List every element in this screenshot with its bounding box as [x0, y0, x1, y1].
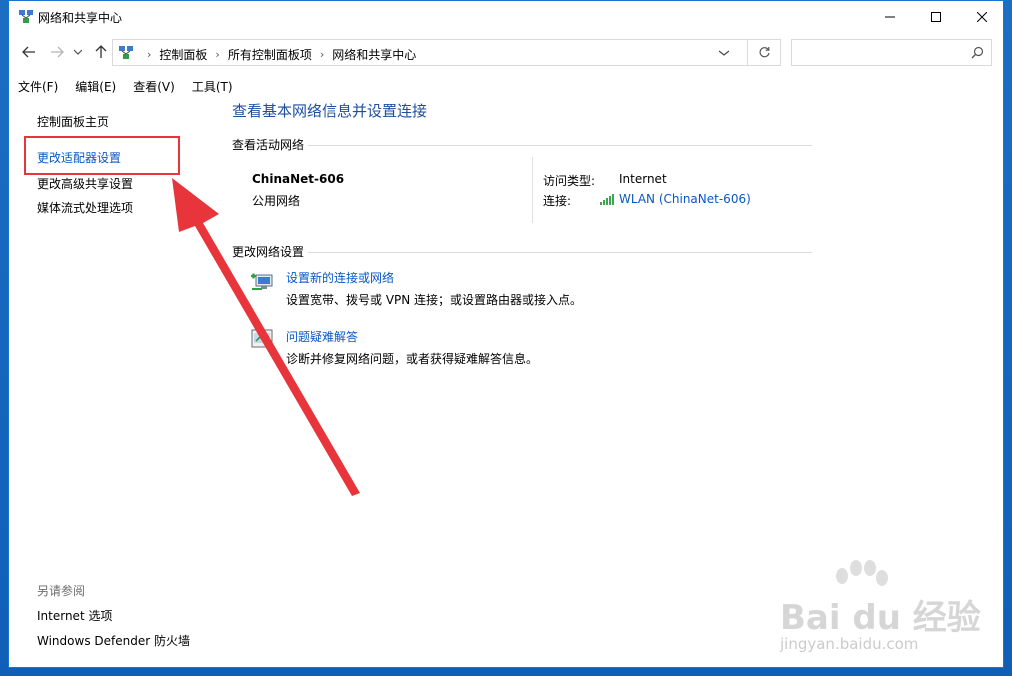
arrow-left-icon: [22, 46, 35, 58]
maximize-icon: [931, 11, 941, 22]
link-internet-options[interactable]: Internet 选项: [37, 607, 112, 624]
network-center-icon: [119, 46, 133, 59]
recent-locations-button[interactable]: [71, 42, 85, 62]
breadcrumb-separator[interactable]: ›: [147, 48, 151, 61]
window-title: 网络和共享中心: [38, 11, 123, 25]
access-type-label: 访问类型:: [543, 174, 596, 188]
change-settings-heading: 更改网络设置: [232, 243, 309, 260]
wlan-connection-link[interactable]: WLAN (ChinaNet-606): [600, 192, 751, 206]
navigation-bar: › 控制面板 › 所有控制面板项 › 网络和共享中心: [9, 34, 1003, 70]
address-history-button[interactable]: [717, 45, 731, 61]
refresh-icon: [758, 47, 770, 58]
breadcrumb-separator[interactable]: ›: [215, 48, 219, 61]
troubleshoot-description: 诊断并修复网络问题，或者获得疑难解答信息。: [286, 352, 539, 366]
link-media-streaming[interactable]: 媒体流式处理选项: [37, 199, 133, 216]
link-change-adapter-settings[interactable]: 更改适配器设置: [37, 149, 121, 166]
breadcrumb-item-control-panel[interactable]: 控制面板: [159, 46, 207, 63]
connection-value[interactable]: WLAN (ChinaNet-606): [619, 192, 751, 206]
troubleshoot-icon: [251, 329, 273, 348]
address-bar[interactable]: › 控制面板 › 所有控制面板项 › 网络和共享中心: [112, 39, 748, 66]
breadcrumb-separator[interactable]: ›: [320, 48, 324, 61]
access-type-value: Internet: [619, 172, 667, 186]
connection-label: 连接:: [543, 194, 572, 208]
menu-tools[interactable]: 工具(T): [183, 75, 241, 97]
divider: [532, 157, 533, 223]
watermark-brand: Bai du 经验: [780, 598, 981, 638]
back-button[interactable]: [19, 42, 39, 62]
up-button[interactable]: [91, 42, 111, 62]
link-change-advanced-sharing[interactable]: 更改高级共享设置: [37, 175, 133, 192]
see-also-heading: 另请参阅: [37, 584, 86, 598]
arrow-up-icon: [95, 45, 107, 58]
watermark-url: jingyan.baidu.com: [780, 635, 919, 653]
minimize-button[interactable]: [867, 1, 913, 32]
title-bar: 网络和共享中心: [9, 1, 1003, 32]
menu-edit[interactable]: 编辑(E): [66, 75, 124, 97]
divider: [232, 252, 812, 253]
troubleshoot-link[interactable]: 问题疑难解答: [286, 328, 358, 345]
active-networks-heading: 查看活动网络: [232, 136, 309, 153]
maximize-button[interactable]: [913, 1, 959, 32]
close-button[interactable]: [959, 1, 1005, 32]
link-control-panel-home[interactable]: 控制面板主页: [37, 113, 109, 130]
search-input[interactable]: [791, 39, 992, 66]
arrow-right-icon: [51, 46, 64, 58]
search-icon: [971, 46, 984, 59]
network-center-icon: [19, 10, 33, 23]
baidu-jingyan-watermark: Bai du 经验 jingyan.baidu.com: [770, 560, 1000, 660]
page-title: 查看基本网络信息并设置连接: [232, 102, 428, 120]
setup-connection-link[interactable]: 设置新的连接或网络: [286, 269, 394, 286]
menu-view[interactable]: 查看(V): [124, 75, 183, 97]
refresh-button[interactable]: [748, 39, 781, 66]
breadcrumb-item-all-items[interactable]: 所有控制面板项: [228, 46, 312, 63]
menu-file[interactable]: 文件(F): [9, 75, 66, 97]
menu-bar: 文件(F) 编辑(E) 查看(V) 工具(T): [9, 75, 241, 97]
breadcrumb-item-network-center[interactable]: 网络和共享中心: [332, 46, 416, 63]
network-setup-icon: [251, 273, 273, 290]
chevron-down-icon: [74, 49, 82, 55]
left-task-pane: 控制面板主页 更改适配器设置 更改高级共享设置 媒体流式处理选项 另请参阅 In…: [9, 97, 209, 667]
chevron-down-icon: [719, 50, 729, 56]
breadcrumb: › 控制面板 › 所有控制面板项 › 网络和共享中心: [139, 46, 416, 63]
close-icon: [977, 11, 987, 22]
network-type: 公用网络: [252, 194, 301, 208]
wifi-signal-icon: [600, 194, 614, 205]
setup-connection-description: 设置宽带、拨号或 VPN 连接；或设置路由器或接入点。: [286, 293, 583, 307]
link-windows-defender-firewall[interactable]: Windows Defender 防火墙: [37, 632, 190, 649]
minimize-icon: [885, 16, 895, 17]
divider: [232, 145, 812, 146]
network-name: ChinaNet-606: [252, 172, 345, 186]
forward-button[interactable]: [47, 42, 67, 62]
